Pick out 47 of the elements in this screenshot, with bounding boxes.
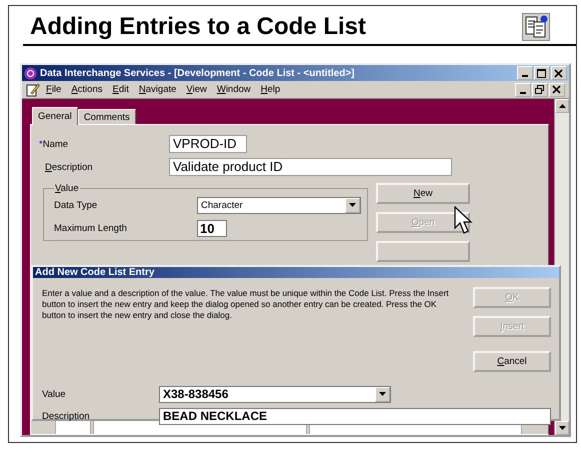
menu-item[interactable]: Window <box>212 84 255 95</box>
maximize-button[interactable] <box>534 66 550 80</box>
menu-item[interactable]: Actions <box>67 84 106 95</box>
slide-title: Adding Entries to a Code List <box>30 13 366 41</box>
window-button[interactable]: New <box>376 183 470 204</box>
scroll-up-icon <box>558 104 566 108</box>
close-icon <box>552 85 562 94</box>
menu-item[interactable]: File <box>42 84 66 95</box>
field-label: Value <box>42 388 67 400</box>
document-form-icon <box>522 13 550 41</box>
tab[interactable]: General <box>32 107 78 125</box>
menu-item[interactable]: View <box>182 84 211 95</box>
minimize-icon <box>522 75 528 77</box>
app-logo-icon <box>24 66 37 80</box>
minimize-icon <box>520 92 526 94</box>
field-label: Description <box>42 410 91 422</box>
close-icon <box>554 68 564 78</box>
description-field[interactable]: BEAD NECKLACE <box>159 408 551 424</box>
window-title: Data Interchange Services - [Development - Code List - <untitled>] <box>40 68 355 78</box>
restore-icon <box>535 85 545 94</box>
dialog-button[interactable]: Cancel <box>473 351 551 372</box>
menu-item[interactable]: Edit <box>108 84 133 95</box>
dropdown-arrow-icon <box>349 203 356 207</box>
description-field[interactable]: Validate product ID <box>169 158 452 176</box>
field-label: *Name <box>39 138 70 150</box>
maximum-length-field[interactable]: 10 <box>197 220 227 236</box>
dialog-title: Add New Code List Entry <box>33 267 559 278</box>
document-pencil-icon <box>26 82 40 96</box>
minimize-button[interactable] <box>515 82 531 96</box>
field-label: Maximum Length <box>54 222 128 234</box>
tab[interactable]: Comments <box>78 109 136 124</box>
value-dropdown[interactable]: X38-838456 <box>159 386 391 402</box>
data-type-dropdown[interactable]: Character <box>197 196 361 214</box>
menu-item[interactable]: Help <box>256 84 284 95</box>
close-button[interactable] <box>549 82 565 96</box>
restore-button[interactable] <box>532 82 548 96</box>
instructions-text: Enter a value and a description of the value. The value must be unique within the Code List. Press the Insert button to insert the new entry and keep the dialog opened so another entry can be created. Press the OK button to insert the new entry and close the dialog. <box>42 287 450 322</box>
maximize-icon <box>537 68 547 78</box>
dropdown-arrow-icon <box>379 392 386 396</box>
close-button[interactable] <box>551 66 567 80</box>
name-field[interactable]: VPROD-ID <box>169 135 247 153</box>
minimize-button[interactable] <box>517 66 533 80</box>
field-label: Description <box>44 162 94 172</box>
menu-item[interactable]: Navigate <box>134 84 180 95</box>
group-label: Value <box>54 183 80 194</box>
scroll-down-icon <box>558 426 566 430</box>
field-label: Data Type <box>54 200 98 210</box>
